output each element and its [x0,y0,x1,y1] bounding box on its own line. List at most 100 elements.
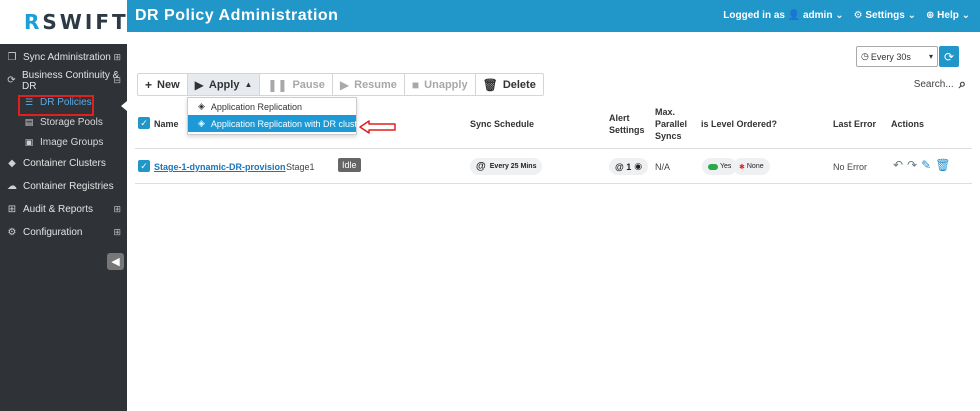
sidebar-item-sync-administration[interactable]: ❐ Sync Administration ⊞ [0,46,127,69]
check-icon: ✓ [140,160,148,171]
grid-icon: ⊞ [7,204,17,215]
sidebar-item-configuration[interactable]: ⚙ Configuration ⊞ [0,221,127,244]
delete-button[interactable]: 🗑 Delete [476,74,543,95]
column-header-last-error[interactable]: Last Error [833,118,876,130]
column-header-alert-settings[interactable]: Alert Settings [609,112,645,136]
annotation-highlight-box [18,95,94,116]
copy-icon: ❐ [7,52,17,63]
column-header-level-ordered[interactable]: is Level Ordered? [701,118,777,130]
refresh-interval-select[interactable]: ◷ Every 30s ▾ [856,46,938,67]
policy-name-link[interactable]: Stage-1-dynamic-DR-provision [154,162,286,172]
search-box[interactable]: Search... ⌕ [914,76,966,92]
redo-icon[interactable]: ↷ [907,158,917,172]
sidebar-item-label: Container Clusters [23,158,106,169]
sidebar-item-label: Audit & Reports [23,204,94,215]
new-button[interactable]: + New [138,74,188,95]
pause-icon: ❚❚ [267,77,288,92]
sidebar-item-container-clusters[interactable]: ◆ Container Clusters [0,152,127,175]
cloud-icon: ☁ [7,181,17,192]
table-row-divider [135,183,972,184]
expand-icon[interactable]: ⊞ [113,204,121,215]
globe-icon: ⊕ [925,10,935,21]
eye-icon: ◉ [634,161,643,171]
policy-stage: Stage1 [286,162,315,172]
max-parallel-value: N/A [655,162,671,172]
chevron-down-icon: ⌄ [961,10,970,21]
refresh-button[interactable]: ⟳ [939,46,959,67]
settings-menu[interactable]: ⚙ Settings ⌄ [854,10,916,21]
select-all-checkbox[interactable]: ✓ [138,117,150,129]
check-icon: ✓ [140,117,148,128]
sidebar-item-container-registries[interactable]: ☁ Container Registries [0,175,127,198]
sidebar-item-label: Sync Administration [23,52,111,63]
cube-icon: ◆ [8,158,16,169]
trash-icon: 🗑 [482,77,498,92]
logo: RSWIFT [0,0,127,44]
menu-item-application-replication[interactable]: ◈ Application Replication [188,98,356,115]
apply-button[interactable]: ▶ Apply ▲ [187,74,261,95]
undo-icon[interactable]: ↶ [893,158,903,172]
pause-button[interactable]: ❚❚ Pause [260,74,333,95]
annotation-arrow-icon [359,120,396,134]
sidebar-nav: ❐ Sync Administration ⊞ ⟳ Business Conti… [0,46,127,244]
cube-icon: ◈ [198,118,205,128]
sidebar-item-audit-reports[interactable]: ⊞ Audit & Reports ⊞ [0,198,127,221]
menu-item-application-replication-dr-cluster[interactable]: ◈ Application Replication with DR cluster [188,115,365,132]
arrow-left-icon: ◀ [111,256,120,268]
sidebar-collapse-button[interactable]: ◀ [107,253,124,270]
user-icon: 👤 [787,10,801,21]
alert-settings-pill[interactable]: @ 1 ◉ [609,158,649,175]
column-header-name[interactable]: Name [154,118,179,130]
plus-icon: + [145,77,153,92]
column-header-max-parallel-syncs[interactable]: Max. Parallel Syncs [655,106,687,142]
sidebar-item-label: Image Groups [40,136,104,148]
gear-icon: ⚙ [853,10,863,21]
expand-icon[interactable]: ⊞ [113,227,121,238]
trash-icon[interactable]: 🗑 [935,158,950,172]
resume-button[interactable]: ▶ Resume [333,74,405,95]
resume-icon: ▶ [339,77,350,92]
logo-text: SWIFT [42,10,129,34]
cube-icon: ◈ [198,101,205,111]
sync-icon: ⟳ [7,75,16,86]
main-content: ◷ Every 30s ▾ ⟳ + New ▶ Apply ▲ ❚❚ Pause ▶ Re… [127,32,980,411]
sidebar-item-label: Business Continuity & DR [22,69,120,92]
column-header-actions: Actions [891,119,925,129]
sidebar-item-business-continuity[interactable]: ⟳ Business Continuity & DR ⊟ [0,69,127,92]
image-icon: ▣ [24,136,34,147]
schedule-icon: @ [476,161,486,172]
search-icon[interactable]: ⌕ [959,76,966,92]
help-menu[interactable]: ⊕ Help ⌄ [926,10,970,21]
chevron-down-icon: ⌄ [835,10,844,21]
level-ordered-none-pill: ✱ None [733,158,770,175]
sidebar-item-label: Storage Pools [40,116,103,128]
row-checkbox[interactable]: ✓ [138,160,150,172]
last-error-value: No Error [833,162,868,172]
edit-icon[interactable]: ✎ [921,158,931,172]
refresh-icon: ⟳ [943,49,955,64]
status-badge: Idle [338,158,361,172]
sidebar-subitem-image-groups[interactable]: ▣ Image Groups [0,132,127,152]
expand-icon[interactable]: ⊞ [113,52,121,63]
header-menu: Logged in as 👤 admin ⌄ ⚙ Settings ⌄ ⊕ He… [723,10,970,21]
sync-schedule-pill[interactable]: @ Every 25 Mins [470,158,543,175]
chevron-down-icon: ▾ [928,52,933,61]
sidebar: RSWIFT ❐ Sync Administration ⊞ ⟳ Busines… [0,0,127,411]
caret-up-icon: ▲ [244,80,253,89]
user-menu[interactable]: Logged in as 👤 admin ⌄ [723,10,843,21]
play-icon: ▶ [194,77,204,92]
top-header: DR Policy Administration Logged in as 👤 … [127,0,980,32]
chevron-down-icon: ⌄ [907,10,916,21]
cogs-icon: ⚙ [7,227,17,238]
column-header-sync-schedule[interactable]: Sync Schedule [470,118,534,130]
toggle-on-icon [708,163,718,170]
page-title: DR Policy Administration [135,7,339,24]
clock-icon: ◷ [861,51,869,61]
search-label: Search... [913,78,954,90]
sidebar-item-label: Configuration [23,227,83,238]
person-icon: ✱ [739,163,745,171]
row-actions: ↶ ↷ ✎ 🗑 [893,158,950,172]
collapse-icon[interactable]: ⊟ [113,75,121,86]
database-icon: ▤ [24,116,34,127]
unapply-button[interactable]: ■ Unapply [405,74,476,95]
